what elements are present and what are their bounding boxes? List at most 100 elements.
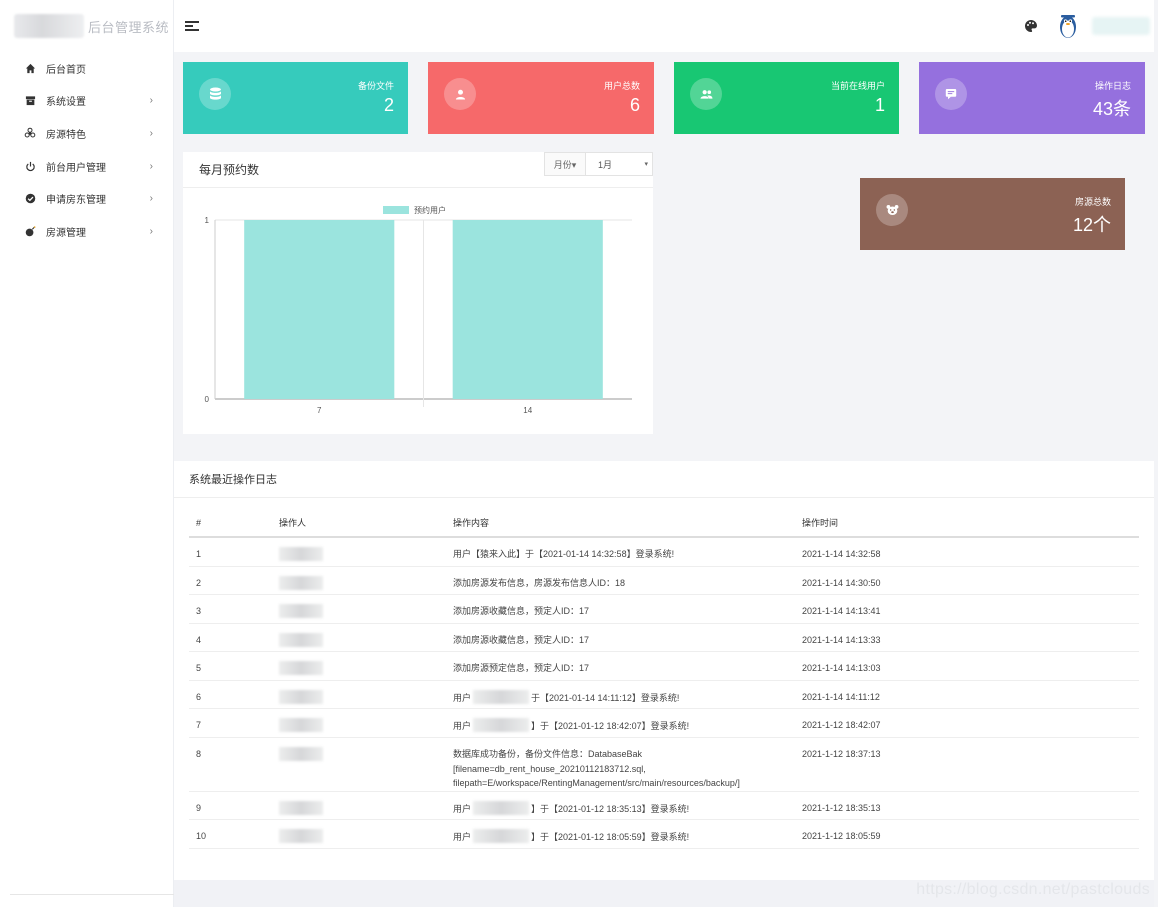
cell-index: 6 [189, 680, 279, 710]
stat-card-total-users[interactable]: 用户总数 6 [428, 62, 654, 134]
biohazard-icon [24, 127, 36, 139]
watermark: https://blog.csdn.net/pastclouds [916, 881, 1150, 898]
username-blurred [473, 800, 530, 815]
month-select[interactable]: 1月 ▾ [585, 152, 653, 176]
legend-label: 预约用户 [414, 205, 446, 215]
sidebar-menu: 后台首页 系统设置 › 房源特色 › 前台用户管理 › 申请房东管理 › 房源管… [0, 52, 173, 248]
range-dropdown-button[interactable]: 月份▾ [544, 152, 586, 176]
table-row: 3 添加房源收藏信息，预定人ID：17 2021-1-14 14:13:41 [189, 594, 1139, 624]
cell-operator [279, 566, 453, 596]
power-icon [24, 160, 36, 172]
table-row: 1 用户【猿来入此】于【2021-01-14 14:32:58】登录系统! 2021… [189, 537, 1139, 567]
operator-name-blurred [279, 604, 323, 619]
stat-title: 当前在线用户 [830, 81, 885, 91]
sidebar-item-label: 申请房东管理 [46, 195, 106, 207]
table-row: 6 用户 于【2021-01-14 14:11:12】登录系统! 2021-1-14 … [189, 680, 1139, 710]
comment-icon [935, 78, 967, 110]
stat-title: 房源总数 [1074, 197, 1111, 207]
username-blurred [473, 718, 530, 733]
cell-time: 2021-1-14 14:13:33 [802, 623, 1139, 653]
operator-name-blurred [279, 747, 323, 762]
cell-content: 用户 】于【2021-01-12 18:05:59】登录系统! [453, 819, 802, 849]
cell-content: 添加房源发布信息，房源发布信息人ID：18 [453, 566, 802, 596]
stat-card-backup-files[interactable]: 备份文件 2 [183, 62, 408, 134]
table-row: 5 添加房源预定信息，预定人ID：17 2021-1-14 14:13:03 [189, 651, 1139, 681]
chevron-right-icon: › [149, 160, 153, 172]
chevron-right-icon: › [149, 95, 153, 107]
cell-time: 2021-1-14 14:30:50 [802, 566, 1139, 596]
col-header-operator: 操作人 [279, 509, 453, 538]
operator-name-blurred [279, 632, 323, 647]
bookings-bar-chart: 0 1 7 14 预约用户 [205, 205, 632, 415]
logo-image [14, 14, 84, 38]
cell-index: 9 [189, 791, 279, 821]
username-blurred [473, 829, 530, 844]
log-panel-title: 系统最近操作日志 [174, 461, 1154, 498]
stat-value: 6 [629, 95, 640, 115]
operator-name-blurred [279, 829, 323, 844]
user-name-blurred[interactable] [1092, 17, 1150, 35]
table-row: 8 数据库成功备份，备份文件信息：DatabaseBak [filename=db… [189, 737, 1139, 792]
cell-content: 添加房源预定信息，预定人ID：17 [453, 651, 802, 681]
col-header-index: # [189, 509, 279, 538]
bar [452, 220, 603, 399]
recent-logs-panel: 系统最近操作日志 # 操作人 操作内容 操作时间 1 用户【猿来入此】于【2021… [174, 461, 1154, 880]
cell-index: 2 [189, 566, 279, 596]
log-table-body: 1 用户【猿来入此】于【2021-01-14 14:32:58】登录系统! 2021… [189, 537, 1139, 849]
cell-operator [279, 594, 453, 624]
cell-operator [279, 680, 453, 710]
top-header [174, 0, 1154, 52]
sidebar-item-house-features[interactable]: 房源特色 › [0, 117, 173, 150]
content-prefix: 用户 [453, 721, 472, 732]
cell-index: 7 [189, 708, 279, 739]
sidebar-item-system-settings[interactable]: 系统设置 › [0, 85, 173, 118]
cell-time: 2021-1-12 18:35:13 [802, 791, 1139, 821]
stat-card-total-houses[interactable]: 房源总数 12个 [860, 178, 1125, 250]
cell-content: 数据库成功备份，备份文件信息：DatabaseBak [filename=db_… [453, 737, 802, 792]
sidebar-item-label: 房源管理 [46, 227, 86, 239]
chevron-right-icon: › [149, 193, 153, 205]
legend-swatch [383, 206, 409, 214]
content-prefix: 用户 [453, 803, 472, 814]
content-prefix: 用户 [453, 692, 472, 703]
sidebar-item-frontend-users[interactable]: 前台用户管理 › [0, 150, 173, 183]
cell-operator [279, 623, 453, 653]
cell-operator [279, 537, 453, 567]
cell-content: 用户 】于【2021-01-12 18:42:07】登录系统! [453, 708, 802, 739]
logo-area[interactable]: 后台管理系统 [0, 0, 173, 52]
x-tick-label: 14 [523, 406, 532, 415]
cell-time: 2021-1-12 18:37:13 [802, 737, 1139, 792]
bomb-icon [24, 225, 36, 237]
content-suffix: 于【2021-01-14 14:11:12】登录系统! [531, 692, 680, 703]
palette-icon[interactable] [1024, 19, 1038, 33]
log-table: # 操作人 操作内容 操作时间 1 用户【猿来入此】于【2021-01-14 14… [189, 509, 1139, 849]
penguin-avatar-icon[interactable] [1058, 13, 1078, 39]
sidebar-item-house-management[interactable]: 房源管理 › [0, 215, 173, 248]
sidebar-item-home[interactable]: 后台首页 [0, 52, 173, 85]
sidebar-item-landlord-applications[interactable]: 申请房东管理 › [0, 182, 173, 215]
home-icon [24, 62, 36, 74]
stat-card-online-users[interactable]: 当前在线用户 1 [674, 62, 899, 134]
content-prefix: 用户 [453, 832, 472, 843]
cell-time: 2021-1-14 14:32:58 [802, 537, 1139, 567]
sidebar-item-label: 系统设置 [46, 97, 86, 109]
cell-content: 用户 】于【2021-01-12 18:35:13】登录系统! [453, 791, 802, 821]
table-header-row: # 操作人 操作内容 操作时间 [189, 509, 1139, 538]
caret-down-icon: ▾ [644, 161, 648, 168]
chevron-right-icon: › [149, 225, 153, 237]
y-tick-label: 0 [205, 395, 210, 404]
user-icon [444, 78, 476, 110]
stat-value: 12个 [1072, 215, 1111, 235]
cell-time: 2021-1-14 14:11:12 [802, 680, 1139, 710]
operator-name-blurred [279, 689, 323, 704]
check-circle-icon [24, 193, 36, 205]
cell-operator [279, 819, 453, 849]
cell-content: 用户 于【2021-01-14 14:11:12】登录系统! [453, 680, 802, 710]
stat-card-operation-logs[interactable]: 操作日志 43条 [919, 62, 1145, 134]
chart-card-title: 每月预约数 [199, 163, 260, 177]
sidebar-item-label: 后台首页 [46, 64, 86, 76]
database-icon [199, 78, 231, 110]
table-row: 9 用户 】于【2021-01-12 18:35:13】登录系统! 2021-1-12… [189, 791, 1139, 821]
users-icon [690, 78, 722, 110]
menu-toggle-icon[interactable] [185, 19, 199, 33]
